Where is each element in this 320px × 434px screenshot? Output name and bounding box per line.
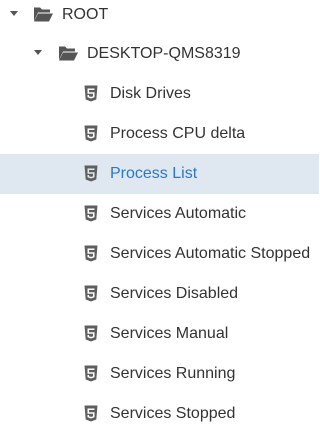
- tree-item-label: Process List: [110, 165, 198, 182]
- tree-item-label: Services Running: [110, 365, 236, 382]
- html5-file-icon: [84, 405, 98, 422]
- html5-file-icon: [84, 85, 98, 102]
- html5-file-icon: [84, 365, 98, 382]
- tree-node-host-label: DESKTOP-QMS8319: [87, 45, 241, 62]
- tree-item-services-running[interactable]: Services Running: [0, 354, 319, 394]
- folder-open-icon: [59, 46, 78, 61]
- tree-item-services-automatic[interactable]: Services Automatic: [0, 194, 319, 234]
- html5-file-icon: [84, 285, 98, 302]
- html5-file-icon: [84, 245, 98, 262]
- html5-file-icon: [84, 325, 98, 342]
- tree-item-label: Process CPU delta: [110, 125, 246, 142]
- tree-item-services-disabled[interactable]: Services Disabled: [0, 274, 319, 314]
- tree-item-label: Services Automatic Stopped: [110, 245, 311, 262]
- chevron-down-icon[interactable]: [34, 50, 42, 55]
- tree-item-services-automatic-stopped[interactable]: Services Automatic Stopped: [0, 234, 319, 274]
- html5-file-icon: [84, 205, 98, 222]
- html5-file-icon: [84, 165, 98, 182]
- folder-open-icon: [34, 7, 53, 22]
- tree-item-process-cpu-delta[interactable]: Process CPU delta: [0, 114, 319, 154]
- tree-item-label: Services Automatic: [110, 205, 247, 222]
- tree-node-root-label: ROOT: [62, 6, 109, 23]
- tree-node-host[interactable]: DESKTOP-QMS8319: [0, 34, 319, 74]
- file-tree: ROOT DESKTOP-QMS8319 Disk Drives Process…: [0, 0, 319, 434]
- html5-file-icon: [84, 125, 98, 142]
- tree-node-root[interactable]: ROOT: [0, 0, 319, 35]
- tree-item-label: Services Stopped: [110, 405, 236, 422]
- tree-item-label: Services Disabled: [110, 285, 239, 302]
- tree-item-process-list[interactable]: Process List: [0, 154, 319, 194]
- tree-item-disk-drives[interactable]: Disk Drives: [0, 74, 319, 114]
- tree-item-label: Disk Drives: [110, 85, 191, 102]
- tree-item-services-manual[interactable]: Services Manual: [0, 314, 319, 354]
- tree-item-label: Services Manual: [110, 325, 229, 342]
- chevron-down-icon[interactable]: [10, 11, 18, 16]
- tree-item-services-stopped[interactable]: Services Stopped: [0, 394, 319, 434]
